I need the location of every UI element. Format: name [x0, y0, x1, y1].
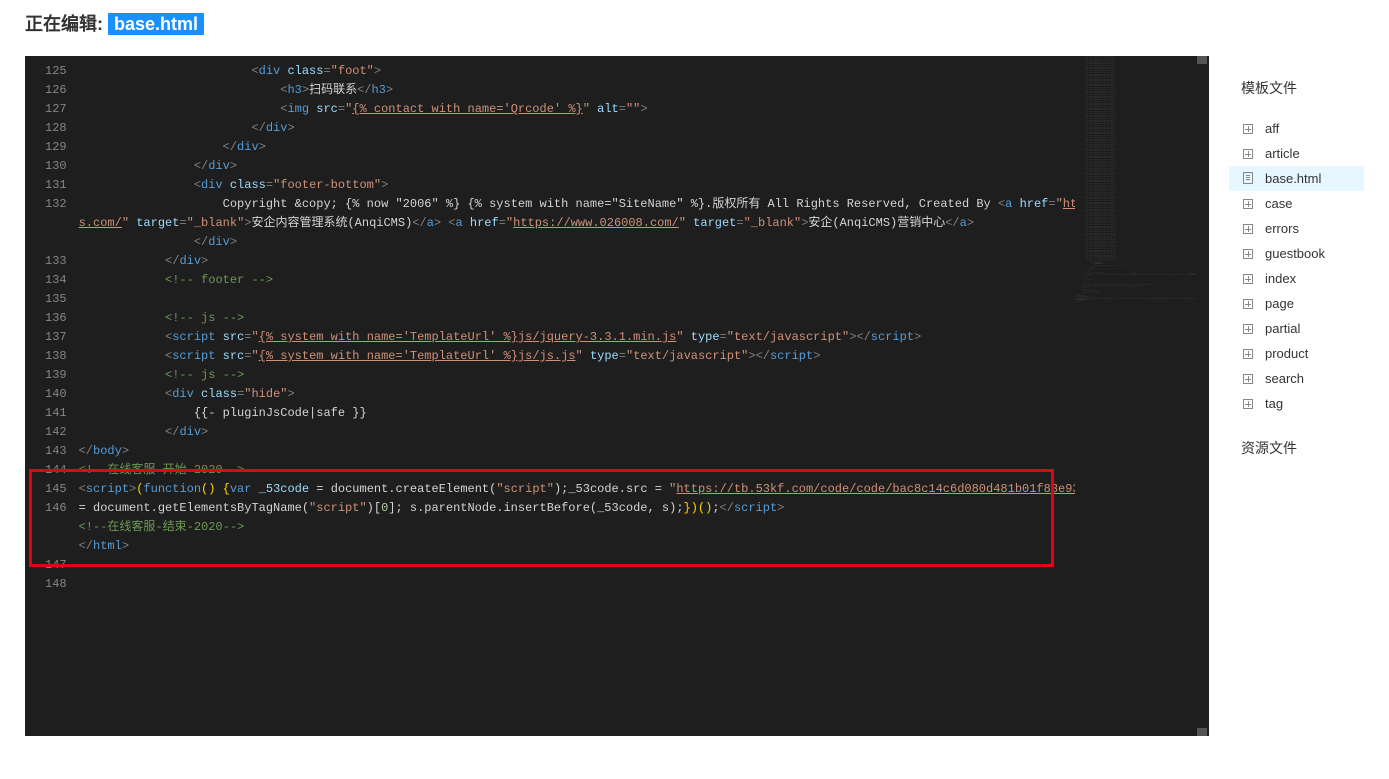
file-item-label: page	[1265, 296, 1294, 311]
file-item-base-html[interactable]: base.html	[1229, 166, 1364, 191]
code-line[interactable]: {{- pluginJsCode|safe }}	[79, 404, 1205, 423]
sidebar-section-resource: 资源文件	[1229, 416, 1364, 476]
line-number: 142	[45, 423, 67, 442]
line-number: 127	[45, 100, 67, 119]
code-line[interactable]: </html>	[79, 537, 1205, 556]
scroll-down-icon[interactable]	[1197, 728, 1207, 736]
file-item-label: product	[1265, 346, 1308, 361]
folder-expand-icon	[1243, 347, 1257, 361]
code-line[interactable]: </div>	[79, 252, 1205, 271]
file-item-label: search	[1265, 371, 1304, 386]
editing-label: 正在编辑:	[25, 14, 103, 34]
file-item-label: base.html	[1265, 171, 1321, 186]
editing-filename: base.html	[108, 13, 204, 35]
line-number: 125	[45, 62, 67, 81]
code-line[interactable]: </div>	[79, 233, 1205, 252]
line-number: 129	[45, 138, 67, 157]
code-line[interactable]: <script>(function() {var _53code = docum…	[79, 480, 1205, 518]
code-content[interactable]: <div class="foot"> <h3>扫码联系</h3> <img sr…	[75, 56, 1209, 736]
page-title: 正在编辑: base.html	[25, 13, 204, 35]
code-line[interactable]: <!-- js -->	[79, 366, 1205, 385]
sidebar-section-template: 模板文件	[1229, 56, 1364, 116]
line-number: 144	[45, 461, 67, 480]
folder-expand-icon	[1243, 322, 1257, 336]
file-item-label: tag	[1265, 396, 1283, 411]
file-item-label: guestbook	[1265, 246, 1325, 261]
file-item-label: article	[1265, 146, 1300, 161]
folder-expand-icon	[1243, 372, 1257, 386]
file-item-label: errors	[1265, 221, 1299, 236]
line-number: 133	[45, 252, 67, 271]
code-line[interactable]	[79, 290, 1205, 309]
code-line[interactable]: <!--在线客服-开始-2020-->	[79, 461, 1205, 480]
line-number: 130	[45, 157, 67, 176]
line-number: 136	[45, 309, 67, 328]
code-line[interactable]: </div>	[79, 157, 1205, 176]
line-number: 132	[45, 195, 67, 252]
code-line[interactable]: Copyright &copy; {% now "2006" %} {% sys…	[79, 195, 1205, 233]
folder-expand-icon	[1243, 272, 1257, 286]
line-number: 135	[45, 290, 67, 309]
code-line[interactable]: <div class="hide">	[79, 385, 1205, 404]
code-line[interactable]: <!-- footer -->	[79, 271, 1205, 290]
file-item-product[interactable]: product	[1229, 341, 1364, 366]
file-item-page[interactable]: page	[1229, 291, 1364, 316]
line-number: 146	[45, 499, 67, 556]
code-line[interactable]: <h3>扫码联系</h3>	[79, 81, 1205, 100]
folder-expand-icon	[1243, 297, 1257, 311]
line-number: 143	[45, 442, 67, 461]
folder-expand-icon	[1243, 222, 1257, 236]
template-file-tree: aff article base.html case errors guestbook in…	[1229, 116, 1364, 416]
file-item-label: case	[1265, 196, 1292, 211]
code-editor[interactable]: 1251261271281291301311321331341351361371…	[25, 56, 1209, 736]
code-line[interactable]: <!--在线客服-结束-2020-->	[79, 518, 1205, 537]
file-icon	[1243, 172, 1257, 186]
code-line[interactable]: </div>	[79, 423, 1205, 442]
file-item-tag[interactable]: tag	[1229, 391, 1364, 416]
file-item-label: partial	[1265, 321, 1300, 336]
folder-expand-icon	[1243, 122, 1257, 136]
file-item-partial[interactable]: partial	[1229, 316, 1364, 341]
line-number: 140	[45, 385, 67, 404]
scroll-up-icon[interactable]	[1197, 56, 1207, 64]
page-header: 正在编辑: base.html	[0, 0, 1389, 56]
line-number: 141	[45, 404, 67, 423]
line-number-gutter: 1251261271281291301311321331341351361371…	[25, 56, 75, 736]
file-item-label: aff	[1265, 121, 1279, 136]
line-number: 138	[45, 347, 67, 366]
vertical-scrollbar[interactable]	[1195, 56, 1209, 736]
code-line[interactable]: <img src="{% contact with name='Qrcode' …	[79, 100, 1205, 119]
code-line[interactable]: </div>	[79, 119, 1205, 138]
file-item-index[interactable]: index	[1229, 266, 1364, 291]
file-item-guestbook[interactable]: guestbook	[1229, 241, 1364, 266]
file-item-case[interactable]: case	[1229, 191, 1364, 216]
folder-expand-icon	[1243, 247, 1257, 261]
code-line[interactable]: <div class="footer-bottom">	[79, 176, 1205, 195]
line-number: 126	[45, 81, 67, 100]
file-item-aff[interactable]: aff	[1229, 116, 1364, 141]
code-line[interactable]: <!-- js -->	[79, 309, 1205, 328]
file-item-search[interactable]: search	[1229, 366, 1364, 391]
line-number: 128	[45, 119, 67, 138]
file-item-article[interactable]: article	[1229, 141, 1364, 166]
line-number: 145	[45, 480, 67, 499]
line-number: 147	[45, 556, 67, 575]
code-line[interactable]: <div class="foot">	[79, 62, 1205, 81]
file-item-label: index	[1265, 271, 1296, 286]
folder-expand-icon	[1243, 197, 1257, 211]
code-line[interactable]: <script src="{% system with name='Templa…	[79, 328, 1205, 347]
code-line[interactable]: </div>	[79, 138, 1205, 157]
sidebar: 模板文件 aff article base.html case errors guestb…	[1229, 56, 1364, 736]
line-number: 137	[45, 328, 67, 347]
line-number: 134	[45, 271, 67, 290]
folder-expand-icon	[1243, 147, 1257, 161]
line-number: 131	[45, 176, 67, 195]
line-number: 139	[45, 366, 67, 385]
line-number: 148	[45, 575, 67, 594]
file-item-errors[interactable]: errors	[1229, 216, 1364, 241]
folder-expand-icon	[1243, 397, 1257, 411]
code-line[interactable]: </body>	[79, 442, 1205, 461]
code-line[interactable]: <script src="{% system with name='Templa…	[79, 347, 1205, 366]
